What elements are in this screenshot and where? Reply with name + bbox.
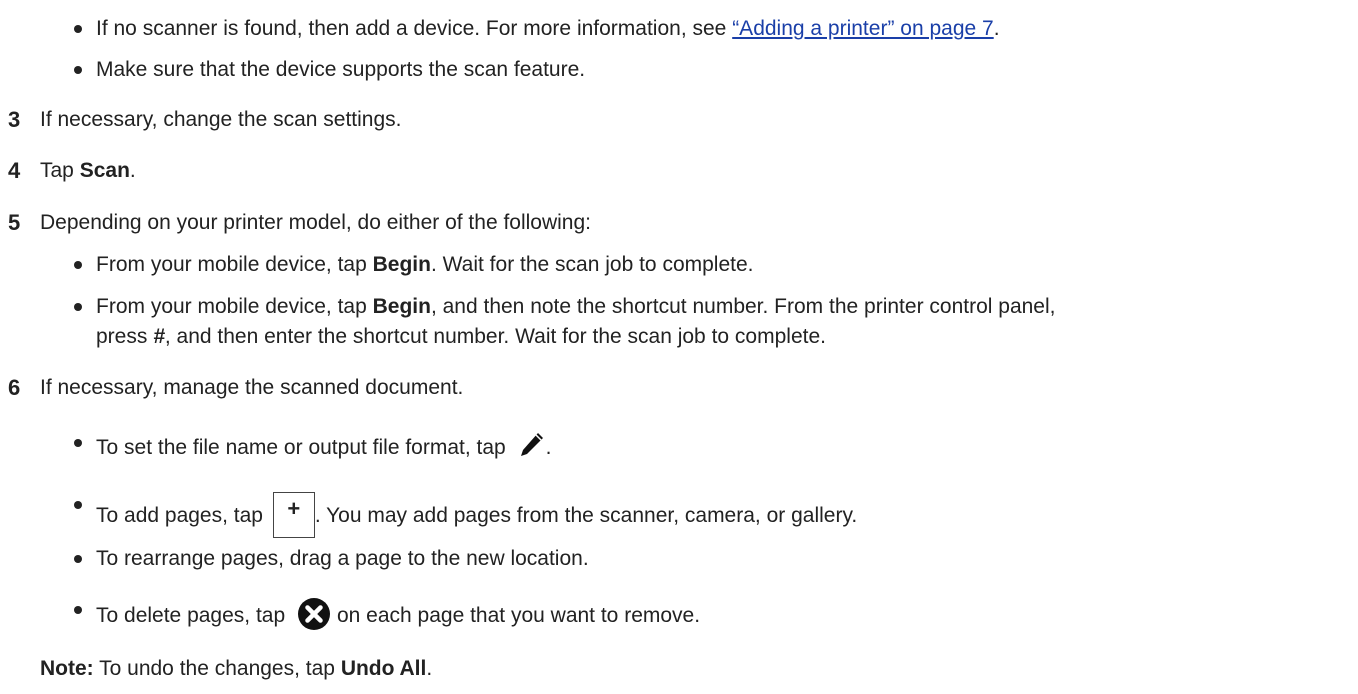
- bullet-item-set-filename: To set the file name or output file form…: [73, 430, 551, 461]
- step-4: 4 Tap Scan.: [8, 158, 136, 183]
- bullet-item-begin-shortcut-cont: press #, and then enter the shortcut num…: [96, 325, 826, 348]
- step-3: 3 If necessary, change the scan settings…: [8, 107, 402, 132]
- step-number: 5: [8, 210, 21, 235]
- bullet-item-delete-pages: To delete pages, tap on each page that y…: [73, 597, 700, 631]
- pencil-icon: [520, 433, 543, 456]
- step-number: 6: [8, 375, 21, 400]
- bullet-item-begin-shortcut: From your mobile device, tap Begin, and …: [73, 295, 1056, 318]
- adding-printer-link[interactable]: “Adding a printer” on page 7: [732, 17, 994, 40]
- step-6: 6 If necessary, manage the scanned docum…: [8, 375, 464, 400]
- step-5: 5 Depending on your printer model, do ei…: [8, 210, 592, 235]
- bullet-item-add-pages: To add pages, tap . You may add pages fr…: [73, 492, 857, 538]
- bullet-item-begin-wait: From your mobile device, tap Begin. Wait…: [74, 253, 754, 276]
- note-label: Note:: [40, 657, 94, 680]
- note: Note: To undo the changes, tap Undo All.: [40, 657, 433, 680]
- plus-box-icon: [272, 492, 315, 538]
- bullet-item-rearrange: To rearrange pages, drag a page to the n…: [74, 547, 589, 570]
- step-number: 4: [8, 158, 21, 183]
- step-number: 3: [8, 107, 21, 132]
- x-circle-icon: [297, 598, 330, 630]
- bullet-item-no-scanner: If no scanner is found, then add a devic…: [74, 17, 1000, 40]
- bullet-item-supports-scan: Make sure that the device supports the s…: [73, 58, 586, 81]
